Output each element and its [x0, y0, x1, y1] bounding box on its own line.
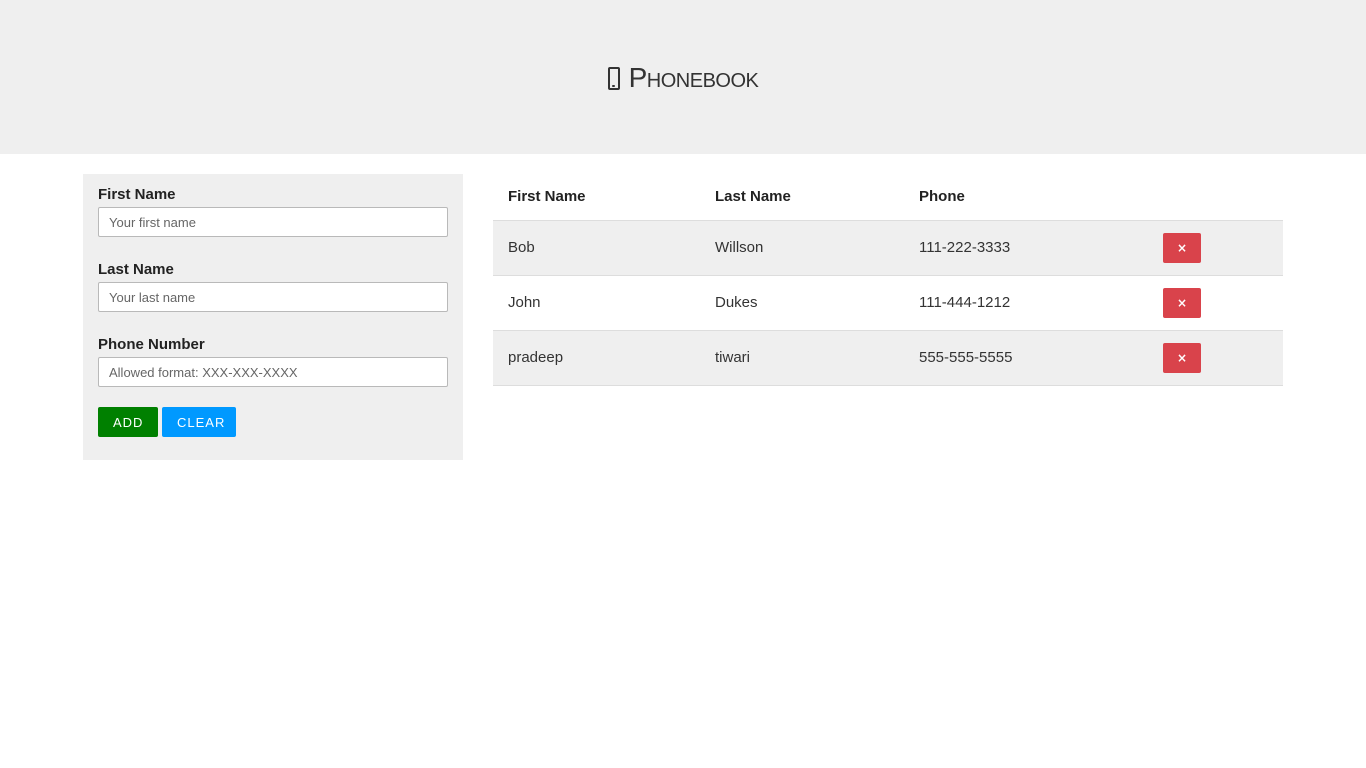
cell-first-name: Bob	[493, 220, 700, 276]
cell-last-name: tiwari	[700, 330, 904, 386]
table-header-row: First Name Last Name Phone	[493, 174, 1283, 221]
cell-first-name: pradeep	[493, 330, 700, 386]
contacts-table-container: First Name Last Name Phone Bob Willson 1…	[493, 174, 1283, 386]
mobile-phone-icon	[607, 66, 620, 90]
contact-form: First Name Last Name Phone Number ADD CL…	[83, 174, 463, 460]
delete-contact-button[interactable]: ×	[1163, 232, 1201, 263]
column-header-actions	[1148, 174, 1283, 221]
cell-phone: 111-222-3333	[904, 220, 1148, 276]
table-row: Bob Willson 111-222-3333 ×	[493, 220, 1283, 276]
delete-contact-button[interactable]: ×	[1163, 287, 1201, 318]
first-name-field: First Name	[98, 186, 448, 237]
cell-phone: 111-444-1212	[904, 275, 1148, 331]
phone-number-input[interactable]	[98, 357, 448, 387]
contacts-table: First Name Last Name Phone Bob Willson 1…	[493, 174, 1283, 386]
cell-actions: ×	[1148, 220, 1283, 276]
last-name-label: Last Name	[98, 261, 174, 278]
cell-actions: ×	[1148, 330, 1283, 386]
phone-number-label: Phone Number	[98, 336, 205, 353]
cell-last-name: Willson	[700, 220, 904, 276]
delete-contact-button[interactable]: ×	[1163, 342, 1201, 373]
brand: Phonebook	[607, 62, 759, 94]
table-row: John Dukes 111-444-1212 ×	[493, 275, 1283, 331]
phone-number-field: Phone Number	[98, 336, 448, 387]
table-row: pradeep tiwari 555-555-5555 ×	[493, 330, 1283, 386]
last-name-field: Last Name	[98, 261, 448, 312]
clear-button[interactable]: CLEAR	[162, 407, 236, 437]
column-header-first-name: First Name	[493, 174, 700, 221]
cell-actions: ×	[1148, 275, 1283, 331]
page-header: Phonebook	[0, 0, 1366, 154]
cell-phone: 555-555-5555	[904, 330, 1148, 386]
column-header-last-name: Last Name	[700, 174, 904, 221]
form-buttons: ADD CLEAR	[98, 407, 448, 437]
cell-first-name: John	[493, 275, 700, 331]
last-name-input[interactable]	[98, 282, 448, 312]
page-title: Phonebook	[628, 62, 759, 93]
first-name-label: First Name	[98, 186, 176, 203]
add-button[interactable]: ADD	[98, 407, 158, 437]
cell-last-name: Dukes	[700, 275, 904, 331]
column-header-phone: Phone	[904, 174, 1148, 221]
first-name-input[interactable]	[98, 207, 448, 237]
